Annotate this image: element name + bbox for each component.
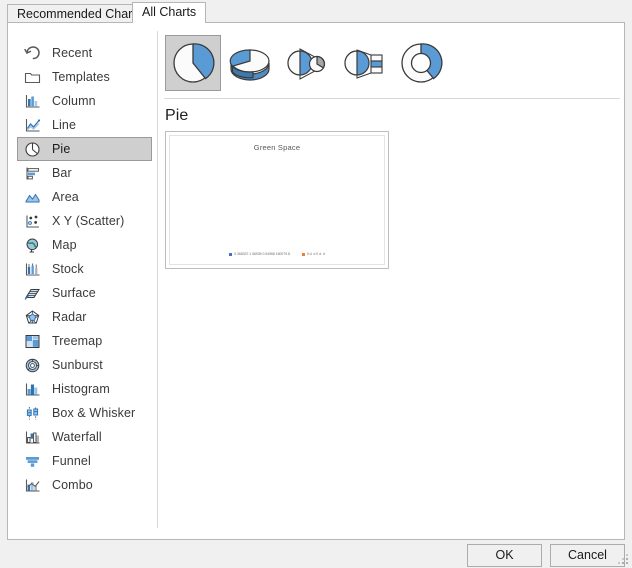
- sidebar-item-label: Histogram: [52, 382, 110, 396]
- treemap-icon: [23, 332, 42, 351]
- sidebar-item-label: Radar: [52, 310, 87, 324]
- sidebar-item-stock[interactable]: Stock: [17, 257, 152, 281]
- sidebar-item-label: Map: [52, 238, 77, 252]
- sidebar-item-map[interactable]: Map: [17, 233, 152, 257]
- dialog-tab-strip: Recommended Charts All Charts: [0, 0, 632, 23]
- sidebar-item-waterfall[interactable]: Waterfall: [17, 425, 152, 449]
- sidebar-item-histogram[interactable]: Histogram: [17, 377, 152, 401]
- sidebar-item-label: Waterfall: [52, 430, 102, 444]
- pie-subtype-pie-of-pie[interactable]: [279, 35, 335, 91]
- pie-subtype-doughnut[interactable]: [393, 35, 449, 91]
- dialog-content-panel: Recent Templates Column Line Pie Bar Are…: [7, 22, 625, 540]
- sidebar-item-label: Recent: [52, 46, 93, 60]
- subtype-divider: [164, 98, 620, 99]
- radar-icon: [23, 308, 42, 327]
- chart-subtype-thumbnail-row: [165, 35, 450, 91]
- sidebar-item-label: Pie: [52, 142, 71, 156]
- legend-swatch-series-1: [229, 252, 233, 256]
- pie-subtype-pie[interactable]: [165, 35, 221, 91]
- sidebar-item-combo[interactable]: Combo: [17, 473, 152, 497]
- sidebar-item-funnel[interactable]: Funnel: [17, 449, 152, 473]
- chart-preview-frame[interactable]: Green Space 0.368337.1 56935 0.54968 160…: [165, 131, 389, 269]
- sidebar-item-pie[interactable]: Pie: [17, 137, 152, 161]
- sidebar-item-treemap[interactable]: Treemap: [17, 329, 152, 353]
- pie-subtype-bar-of-pie[interactable]: [336, 35, 392, 91]
- sidebar-item-label: Sunburst: [52, 358, 103, 372]
- pie-subtype-3d-pie[interactable]: [222, 35, 278, 91]
- tab-recommended-charts[interactable]: Recommended Charts: [7, 4, 153, 22]
- line-icon: [23, 116, 42, 135]
- legend-item: 0.368337.1 56935 0.54968 160079.8: [229, 252, 290, 256]
- box-whisker-icon: [23, 404, 42, 423]
- legend-swatch-series-2: [301, 252, 305, 256]
- sidebar-item-area[interactable]: Area: [17, 185, 152, 209]
- sidebar-item-box-whisker[interactable]: Box & Whisker: [17, 401, 152, 425]
- sidebar-item-label: Surface: [52, 286, 96, 300]
- sidebar-item-label: Line: [52, 118, 77, 132]
- resize-grip[interactable]: [618, 554, 630, 566]
- sidebar-item-label: Column: [52, 94, 96, 108]
- map-icon: [23, 236, 42, 255]
- ok-button[interactable]: OK: [467, 544, 542, 567]
- sidebar-item-label: Area: [52, 190, 79, 204]
- chart-category-sidebar: Recent Templates Column Line Pie Bar Are…: [8, 23, 158, 539]
- sidebar-item-label: Box & Whisker: [52, 406, 136, 420]
- bar-of-pie-icon: [340, 39, 388, 87]
- sidebar-item-templates[interactable]: Templates: [17, 65, 152, 89]
- sidebar-item-label: X Y (Scatter): [52, 214, 125, 228]
- pie-3d-icon: [226, 39, 274, 87]
- cancel-button[interactable]: Cancel: [550, 544, 625, 567]
- sidebar-item-sunburst[interactable]: Sunburst: [17, 353, 152, 377]
- sunburst-icon: [23, 356, 42, 375]
- column-icon: [23, 92, 42, 111]
- pie-of-pie-icon: [283, 39, 331, 87]
- sidebar-item-label: Bar: [52, 166, 72, 180]
- area-icon: [23, 188, 42, 207]
- chart-type-heading: Pie: [165, 107, 189, 124]
- sidebar-item-label: Combo: [52, 478, 93, 492]
- sidebar-item-label: Funnel: [52, 454, 91, 468]
- chart-preview-canvas: Green Space 0.368337.1 56935 0.54968 160…: [169, 135, 385, 265]
- sidebar-item-line[interactable]: Line: [17, 113, 152, 137]
- chart-subtype-panel: Pie Green Space 0.368337.1 56935 0.54968…: [158, 23, 624, 539]
- templates-icon: [23, 68, 42, 87]
- dialog-footer: OK Cancel: [0, 540, 632, 568]
- legend-item: 0 d. d 0 d. d: [301, 251, 325, 257]
- sidebar-item-recent[interactable]: Recent: [17, 41, 152, 65]
- sidebar-item-label: Stock: [52, 262, 84, 276]
- doughnut-icon: [397, 39, 445, 87]
- chart-preview-legend: 0.368337.1 56935 0.54968 160079.8 0 d. d…: [170, 252, 384, 256]
- sidebar-item-label: Treemap: [52, 334, 103, 348]
- tab-all-charts[interactable]: All Charts: [132, 2, 207, 23]
- chart-category-list: Recent Templates Column Line Pie Bar Are…: [17, 41, 152, 497]
- legend-label: 0 d. d 0 d. d: [306, 251, 325, 257]
- bar-icon: [23, 164, 42, 183]
- waterfall-icon: [23, 428, 42, 447]
- surface-icon: [23, 284, 42, 303]
- sidebar-item-surface[interactable]: Surface: [17, 281, 152, 305]
- recent-icon: [23, 44, 42, 63]
- chart-preview-title: Green Space: [253, 143, 301, 152]
- funnel-icon: [23, 452, 42, 471]
- stock-icon: [23, 260, 42, 279]
- combo-icon: [23, 476, 42, 495]
- sidebar-item-x-y-scatter[interactable]: X Y (Scatter): [17, 209, 152, 233]
- pie-icon: [23, 140, 42, 159]
- pie-2d-icon: [169, 39, 217, 87]
- sidebar-item-radar[interactable]: Radar: [17, 305, 152, 329]
- scatter-icon: [23, 212, 42, 231]
- legend-label: 0.368337.1 56935 0.54968 160079.8: [234, 251, 290, 257]
- sidebar-item-bar[interactable]: Bar: [17, 161, 152, 185]
- sidebar-item-label: Templates: [52, 70, 110, 84]
- sidebar-item-column[interactable]: Column: [17, 89, 152, 113]
- histogram-icon: [23, 380, 42, 399]
